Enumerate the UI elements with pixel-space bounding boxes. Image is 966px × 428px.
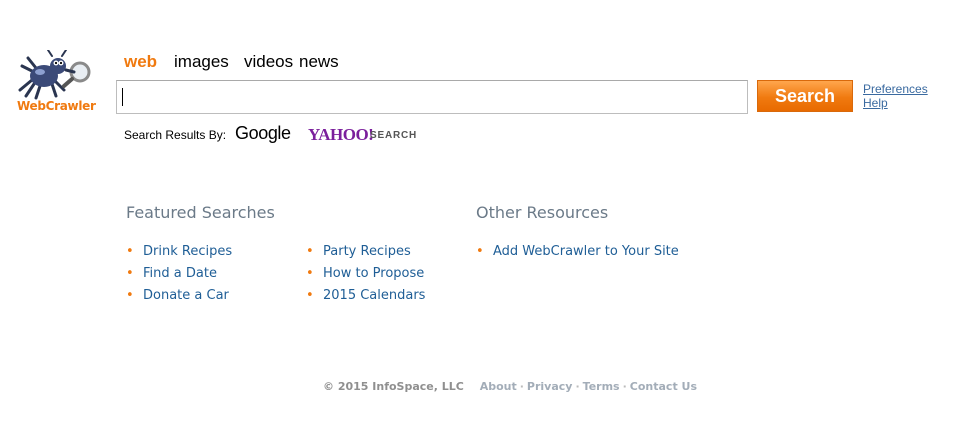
list-item: • How to Propose bbox=[306, 265, 425, 287]
footer-link-about[interactable]: About bbox=[480, 380, 517, 393]
yahoo-search-label: SEARCH bbox=[370, 130, 418, 141]
footer: © 2015 InfoSpace, LLC About · Privacy · Term… bbox=[323, 380, 697, 393]
search-input[interactable] bbox=[116, 80, 748, 114]
featured-link-2015-calendars[interactable]: 2015 Calendars bbox=[323, 288, 425, 303]
bullet-icon: • bbox=[126, 244, 134, 259]
bullet-icon: • bbox=[306, 244, 314, 259]
featured-link-find-a-date[interactable]: Find a Date bbox=[143, 266, 217, 281]
search-button[interactable]: Search bbox=[757, 80, 853, 112]
text-caret bbox=[122, 88, 123, 106]
logo-text: WebCrawler bbox=[17, 99, 96, 113]
list-item: • Add WebCrawler to Your Site bbox=[476, 243, 679, 265]
bullet-icon: • bbox=[306, 288, 314, 303]
google-logo: Google bbox=[235, 123, 291, 143]
preferences-link[interactable]: Preferences bbox=[863, 82, 928, 96]
footer-link-contact-us[interactable]: Contact Us bbox=[630, 380, 697, 393]
bullet-icon: • bbox=[306, 266, 314, 281]
bullet-icon: • bbox=[126, 266, 134, 281]
list-item: • 2015 Calendars bbox=[306, 287, 425, 309]
yahoo-logo: YAHOO! bbox=[308, 125, 374, 144]
tab-news[interactable]: news bbox=[299, 52, 339, 72]
copyright: © 2015 InfoSpace, LLC bbox=[323, 380, 464, 393]
add-webcrawler-link[interactable]: Add WebCrawler to Your Site bbox=[493, 244, 679, 259]
results-by-label: Search Results By: bbox=[124, 128, 227, 142]
separator: · bbox=[575, 380, 580, 393]
spider-logo-icon bbox=[18, 49, 91, 100]
bullet-icon: • bbox=[126, 288, 134, 303]
footer-link-terms[interactable]: Terms bbox=[583, 380, 620, 393]
featured-searches-column-1: • Drink Recipes • Find a Date • Donate a Ca… bbox=[126, 243, 232, 309]
tab-videos[interactable]: videos bbox=[244, 52, 293, 72]
list-item: • Drink Recipes bbox=[126, 243, 232, 265]
featured-link-party-recipes[interactable]: Party Recipes bbox=[323, 244, 411, 259]
featured-link-donate-a-car[interactable]: Donate a Car bbox=[143, 288, 229, 303]
bullet-icon: • bbox=[476, 244, 484, 259]
other-resources-list: • Add WebCrawler to Your Site bbox=[476, 243, 679, 265]
other-resources-title: Other Resources bbox=[476, 203, 609, 222]
utility-links: Preferences Help bbox=[863, 82, 928, 110]
tab-images[interactable]: images bbox=[174, 52, 229, 72]
list-item: • Donate a Car bbox=[126, 287, 232, 309]
list-item: • Party Recipes bbox=[306, 243, 425, 265]
list-item: • Find a Date bbox=[126, 265, 232, 287]
webcrawler-logo[interactable]: WebCrawler bbox=[14, 49, 100, 116]
separator: · bbox=[519, 380, 524, 393]
footer-link-privacy[interactable]: Privacy bbox=[527, 380, 573, 393]
help-link[interactable]: Help bbox=[863, 96, 928, 110]
featured-searches-title: Featured Searches bbox=[126, 203, 275, 222]
featured-searches-column-2: • Party Recipes • How to Propose • 2015 Cal… bbox=[306, 243, 425, 309]
tab-web[interactable]: web bbox=[124, 52, 157, 72]
featured-link-drink-recipes[interactable]: Drink Recipes bbox=[143, 244, 232, 259]
separator: · bbox=[622, 380, 627, 393]
featured-link-how-to-propose[interactable]: How to Propose bbox=[323, 266, 424, 281]
